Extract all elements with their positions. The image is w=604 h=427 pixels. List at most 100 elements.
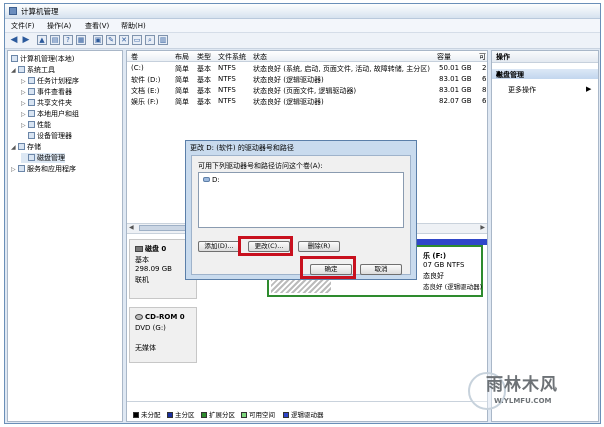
tree-item-performance[interactable]: ▷ 性能 bbox=[21, 120, 51, 130]
search-icon[interactable]: ⌕ bbox=[145, 35, 155, 45]
delete-button[interactable]: 删除(R) bbox=[298, 241, 340, 252]
menu-action[interactable]: 操作(A) bbox=[47, 21, 71, 31]
dialog-label: 可用下列驱动器号和路径访问这个卷(A): bbox=[198, 162, 323, 170]
tree-item-services-apps[interactable]: ▷ 服务和应用程序 bbox=[11, 164, 76, 174]
volume-name: (C:) bbox=[131, 64, 144, 72]
menu-help[interactable]: 帮助(H) bbox=[121, 21, 146, 31]
folder-icon bbox=[28, 99, 35, 106]
disk-0-size: 298.09 GB bbox=[135, 265, 172, 273]
drive-icon bbox=[203, 177, 210, 182]
help-icon[interactable]: ? bbox=[63, 35, 73, 45]
legend-logical: 逻辑驱动器 bbox=[283, 409, 324, 419]
forward-arrow-icon[interactable]: ▶ bbox=[21, 35, 31, 45]
connect-icon[interactable]: ✎ bbox=[106, 35, 116, 45]
tree-item-task-scheduler[interactable]: ▷ 任务计划程序 bbox=[21, 76, 79, 86]
tree-item-system-tools[interactable]: ◢ 系统工具 bbox=[11, 65, 55, 75]
cdrom-0-row: CD-ROM 0 DVD (G:) 无媒体 bbox=[127, 307, 487, 363]
legend-extended: 扩展分区 bbox=[201, 409, 235, 419]
disk-0-name: 磁盘 0 bbox=[135, 244, 166, 254]
actions-disk-management[interactable]: 磁盘管理 ▲ bbox=[492, 69, 598, 79]
hard-disk-icon bbox=[135, 246, 143, 252]
col-volume[interactable]: 卷 bbox=[131, 52, 138, 62]
cdrom-0-type: DVD (G:) bbox=[135, 324, 166, 332]
window-title: 计算机管理 bbox=[21, 7, 59, 16]
actions-header: 操作 bbox=[492, 51, 598, 63]
tools-icon bbox=[18, 66, 25, 73]
cdrom-0-status: 无媒体 bbox=[135, 344, 156, 352]
drive-path-item[interactable]: D: bbox=[203, 176, 220, 184]
drive-path-list[interactable]: D: bbox=[198, 172, 404, 228]
free-space-block[interactable] bbox=[271, 279, 331, 293]
storage-icon bbox=[18, 143, 25, 150]
up-folder-icon[interactable]: ▲ bbox=[37, 35, 47, 45]
legend-unallocated: 未分配 bbox=[133, 409, 161, 419]
menu-view[interactable]: 查看(V) bbox=[85, 21, 109, 31]
col-type[interactable]: 类型 bbox=[197, 52, 211, 62]
open-icon[interactable]: ▭ bbox=[132, 35, 142, 45]
legend-free: 可用空间 bbox=[241, 409, 275, 419]
volume-row[interactable]: 娱乐 (F:) 简单 基本 NTFS 状态良好 (逻辑驱动器) 82.07 GB… bbox=[127, 96, 487, 106]
dialog-title: 更改 D: (软件) 的驱动器号和路径 bbox=[190, 144, 294, 152]
toolbar: ◀ ▶ ▲ ▤ ? ▦ ▣ ✎ ✕ ▭ ⌕ ▥ bbox=[5, 33, 600, 49]
performance-icon bbox=[28, 121, 35, 128]
cdrom-0-info[interactable]: CD-ROM 0 DVD (G:) 无媒体 bbox=[129, 307, 197, 363]
view-icon[interactable]: ▥ bbox=[158, 35, 168, 45]
delete-icon[interactable]: ✕ bbox=[119, 35, 129, 45]
tree-item-shared-folders[interactable]: ▷ 共享文件夹 bbox=[21, 98, 72, 108]
scroll-left-icon[interactable]: ◀ bbox=[129, 224, 134, 231]
console-icon[interactable]: ▦ bbox=[76, 35, 86, 45]
col-layout[interactable]: 布局 bbox=[175, 52, 189, 62]
menu-file[interactable]: 文件(F) bbox=[11, 21, 35, 31]
volume-name: 娱乐 (F:) bbox=[131, 98, 159, 106]
computer-icon bbox=[11, 55, 18, 62]
event-log-icon bbox=[28, 88, 35, 95]
disk-management-icon bbox=[28, 154, 35, 161]
col-status[interactable]: 状态 bbox=[253, 52, 267, 62]
volume-row[interactable]: 软件 (D:) 简单 基本 NTFS 状态良好 (逻辑驱动器) 83.01 GB… bbox=[127, 74, 487, 84]
title-bar: 计算机管理 bbox=[5, 4, 600, 19]
volume-name: 文档 (E:) bbox=[131, 87, 160, 95]
add-button[interactable]: 添加(D)... bbox=[198, 241, 240, 252]
volume-row[interactable]: (C:) 简单 基本 NTFS 状态良好 (系统, 启动, 页面文件, 活动, … bbox=[127, 63, 487, 73]
computer-management-icon bbox=[9, 7, 17, 15]
more-actions-arrow-icon: ▶ bbox=[586, 85, 592, 93]
cdrom-icon bbox=[135, 314, 143, 320]
tree-item-local-users[interactable]: ▷ 本地用户和组 bbox=[21, 109, 79, 119]
clock-icon bbox=[28, 77, 35, 84]
scroll-right-icon[interactable]: ▶ bbox=[480, 224, 485, 231]
watermark: 雨林木风 W.YLMFU.COM bbox=[468, 370, 596, 414]
back-arrow-icon[interactable]: ◀ bbox=[9, 35, 19, 45]
tree-root[interactable]: 计算机管理(本地) bbox=[11, 54, 74, 64]
highlight-ok-button bbox=[300, 256, 356, 279]
disk-0-status: 联机 bbox=[135, 276, 149, 284]
device-icon bbox=[28, 132, 35, 139]
legend-primary: 主分区 bbox=[167, 409, 195, 419]
col-filesystem[interactable]: 文件系统 bbox=[218, 52, 246, 62]
highlight-change-button bbox=[238, 236, 293, 256]
tree-item-event-viewer[interactable]: ▷ 事件查看器 bbox=[21, 87, 72, 97]
watermark-brand: 雨林木风 bbox=[486, 375, 558, 395]
cdrom-0-name: CD-ROM 0 bbox=[135, 313, 185, 321]
volume-list-header: 卷 布局 类型 文件系统 状态 容量 可 bbox=[127, 51, 487, 62]
tree-item-storage[interactable]: ◢ 存储 bbox=[11, 142, 41, 152]
disk-0-type: 基本 bbox=[135, 256, 149, 264]
legend: 未分配 主分区 扩展分区 可用空间 逻辑驱动器 bbox=[127, 401, 487, 421]
cancel-button[interactable]: 取消 bbox=[360, 264, 402, 275]
properties-icon[interactable]: ▣ bbox=[93, 35, 103, 45]
services-icon bbox=[18, 165, 25, 172]
partition-f[interactable]: 乐 (F:) 07 GB NTFS 态良好 态良好 (逻辑驱动器) bbox=[421, 247, 482, 293]
menu-bar: 文件(F) 操作(A) 查看(V) 帮助(H) bbox=[5, 19, 600, 33]
col-free[interactable]: 可 bbox=[479, 52, 486, 62]
watermark-url: W.YLMFU.COM bbox=[494, 397, 552, 405]
volume-name: 软件 (D:) bbox=[131, 76, 161, 84]
users-icon bbox=[28, 110, 35, 117]
tree-item-device-manager[interactable]: 设备管理器 bbox=[21, 131, 72, 141]
col-capacity[interactable]: 容量 bbox=[437, 52, 451, 62]
show-hide-tree-icon[interactable]: ▤ bbox=[50, 35, 60, 45]
collapse-up-icon[interactable]: ▲ bbox=[496, 69, 594, 77]
console-tree: 计算机管理(本地) ◢ 系统工具 ▷ 任务计划程序 ▷ 事件查看器 ▷ 共享文件夹 ▷ 本… bbox=[7, 50, 123, 422]
volume-row[interactable]: 文档 (E:) 简单 基本 NTFS 状态良好 (页面文件, 逻辑驱动器) 83… bbox=[127, 85, 487, 95]
more-actions[interactable]: 更多操作 ▶ bbox=[508, 85, 591, 95]
tree-item-disk-management[interactable]: 磁盘管理 bbox=[21, 153, 65, 163]
actions-pane: 操作 磁盘管理 ▲ 更多操作 ▶ bbox=[491, 50, 599, 422]
